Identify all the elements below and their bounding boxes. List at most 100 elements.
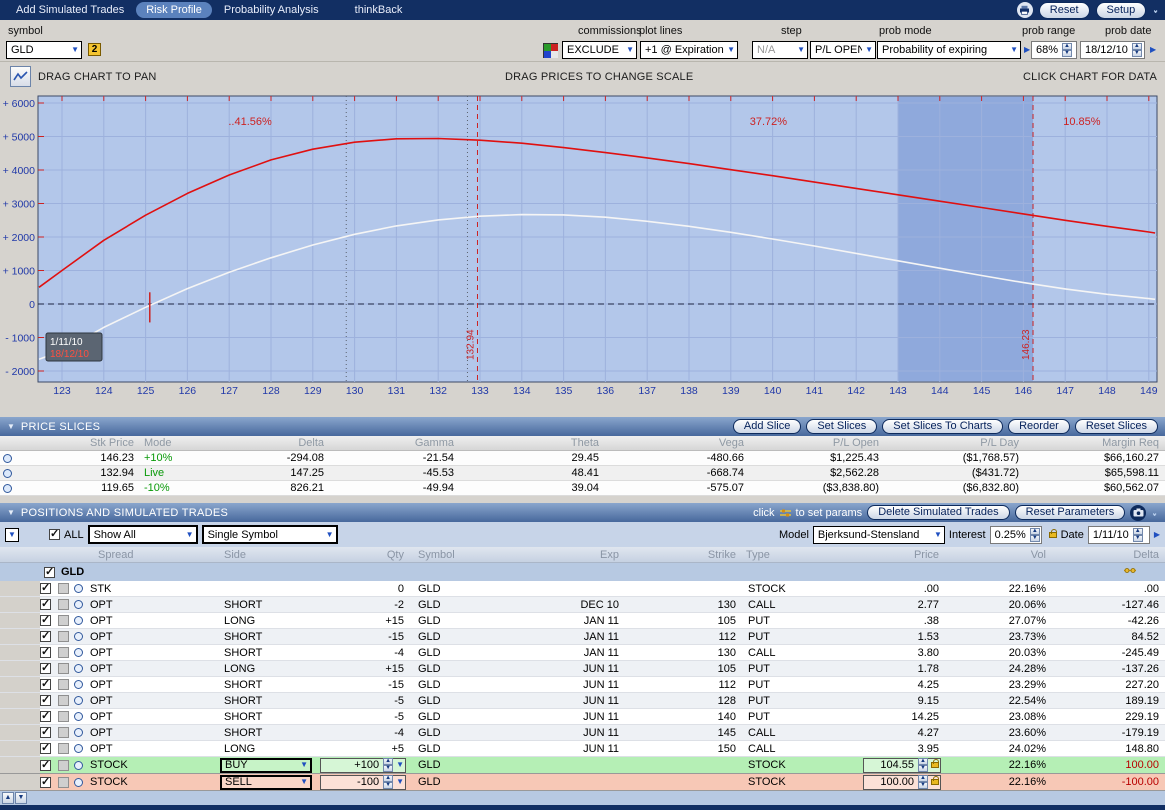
date-stepper[interactable]: 1/11/10 [1088, 526, 1150, 544]
row-checkbox[interactable] [40, 647, 51, 658]
row-handle-icon[interactable] [74, 664, 83, 673]
prob-range-stepper[interactable]: 68% [1031, 41, 1077, 59]
spinner-arrows-icon[interactable] [1133, 528, 1148, 542]
slices-add-slice-button[interactable]: Add Slice [733, 419, 801, 434]
position-row[interactable]: OPTSHORT-15GLDJAN 11112PUT1.5323.73%84.5… [0, 629, 1165, 645]
model-select[interactable]: Bjerksund-Stensland [813, 526, 945, 544]
row-lock-box[interactable] [58, 695, 69, 706]
sim-qty-stepper[interactable]: +100 [320, 758, 406, 773]
slices-reorder-button[interactable]: Reorder [1008, 419, 1070, 434]
row-checkbox[interactable] [40, 760, 51, 771]
slices-reset-slices-button[interactable]: Reset Slices [1075, 419, 1158, 434]
sim-side-select[interactable]: BUY [220, 758, 312, 773]
position-row[interactable]: OPTLONG+15GLDJAN 11105PUT.3827.07%-42.26 [0, 613, 1165, 629]
tab-risk-profile[interactable]: Risk Profile [136, 2, 212, 18]
row-checkbox[interactable] [40, 679, 51, 690]
slice-row[interactable]: 119.65-10%826.21-49.9439.04-575.07($3,83… [0, 481, 1165, 496]
row-checkbox[interactable] [40, 711, 51, 722]
snapshot-camera-icon[interactable] [1130, 505, 1146, 521]
collapse-panel-icon[interactable]: ⌄⌄ [1152, 7, 1159, 13]
spinner-arrows-icon[interactable] [1132, 43, 1144, 57]
filter-collapse-dropdown[interactable] [5, 528, 19, 542]
row-handle-icon[interactable] [74, 616, 83, 625]
chart-style-button[interactable] [10, 66, 31, 87]
row-handle-icon[interactable] [74, 696, 83, 705]
row-handle-icon[interactable] [74, 728, 83, 737]
row-lock-box[interactable] [58, 777, 69, 788]
tab-probability-analysis[interactable]: Probability Analysis [214, 2, 329, 18]
scroll-down-button[interactable] [15, 792, 27, 804]
positions-delete-simulated-trades-button[interactable]: Delete Simulated Trades [867, 505, 1009, 520]
group-params-icon[interactable] [1123, 566, 1137, 578]
color-grid-icon[interactable] [543, 43, 558, 58]
reset-button[interactable]: Reset [1039, 2, 1090, 19]
collapse-triangle-icon[interactable] [7, 423, 15, 431]
row-lock-box[interactable] [58, 583, 69, 594]
row-checkbox[interactable] [40, 777, 51, 788]
row-checkbox[interactable] [40, 743, 51, 754]
symbol-input[interactable]: GLD [6, 41, 82, 59]
row-checkbox[interactable] [40, 631, 51, 642]
slices-set-slices-button[interactable]: Set Slices [806, 419, 877, 434]
tab-thinkback[interactable]: thinkBack [345, 2, 413, 18]
simulated-trade-row[interactable]: STOCKSELL-100GLDSTOCK100.0022.16%-100.00 [0, 774, 1165, 791]
row-handle-icon[interactable] [74, 712, 83, 721]
spinner-arrows-icon[interactable] [918, 758, 928, 772]
spinner-arrows-icon[interactable] [383, 758, 393, 772]
expand-arrow-icon[interactable] [1024, 45, 1030, 54]
spinner-arrows-icon[interactable] [383, 775, 393, 789]
all-checkbox[interactable] [49, 529, 60, 540]
row-checkbox[interactable] [40, 663, 51, 674]
row-handle-icon[interactable] [74, 680, 83, 689]
row-lock-box[interactable] [58, 679, 69, 690]
row-checkbox[interactable] [40, 599, 51, 610]
commissions-select[interactable]: EXCLUDE [562, 41, 637, 59]
row-lock-box[interactable] [58, 615, 69, 626]
simulated-trade-row[interactable]: STOCKBUY+100GLDSTOCK104.5522.16%100.00 [0, 757, 1165, 774]
step-select[interactable]: N/A [752, 41, 808, 59]
slice-handle-icon[interactable] [3, 484, 12, 493]
sim-side-select[interactable]: SELL [220, 775, 312, 790]
lock-icon[interactable] [931, 779, 939, 785]
collapse-section-icon[interactable]: ⌄⌄ [1151, 510, 1158, 516]
lock-icon[interactable] [931, 762, 939, 768]
row-handle-icon[interactable] [74, 744, 83, 753]
position-row[interactable]: OPTLONG+5GLDJUN 11150CALL3.9524.02%148.8… [0, 741, 1165, 757]
risk-profile-chart[interactable]: 1231241251261271281291301311321331341351… [0, 92, 1165, 417]
position-row[interactable]: OPTSHORT-15GLDJUN 11112PUT4.2523.29%227.… [0, 677, 1165, 693]
plot-lines-select[interactable]: +1 @ Expiration [640, 41, 738, 59]
row-lock-box[interactable] [58, 711, 69, 722]
slice-handle-icon[interactable] [3, 454, 12, 463]
collapse-triangle-icon[interactable] [7, 509, 15, 517]
row-handle-icon[interactable] [74, 600, 83, 609]
row-lock-box[interactable] [58, 599, 69, 610]
row-checkbox[interactable] [40, 615, 51, 626]
scroll-up-button[interactable] [2, 792, 14, 804]
position-row[interactable]: OPTLONG+15GLDJUN 11105PUT1.7824.28%-137.… [0, 661, 1165, 677]
row-handle-icon[interactable] [74, 778, 83, 787]
slice-row[interactable]: 132.94Live147.25-45.5348.41-668.74$2,562… [0, 466, 1165, 481]
spinner-arrows-icon[interactable] [1030, 528, 1042, 542]
prob-mode-select[interactable]: Probability of expiring [877, 41, 1021, 59]
row-checkbox[interactable] [40, 583, 51, 594]
row-handle-icon[interactable] [74, 632, 83, 641]
sim-price-stepper[interactable]: 104.55 [863, 758, 941, 773]
pl-mode-select[interactable]: P/L OPEN [810, 41, 876, 59]
group-checkbox[interactable] [44, 567, 55, 578]
row-checkbox[interactable] [40, 727, 51, 738]
sim-qty-stepper[interactable]: -100 [320, 775, 406, 790]
positions-reset-parameters-button[interactable]: Reset Parameters [1015, 505, 1126, 520]
setup-button[interactable]: Setup [1096, 2, 1147, 19]
row-lock-box[interactable] [58, 663, 69, 674]
position-row[interactable]: OPTSHORT-2GLDDEC 10130CALL2.7720.06%-127… [0, 597, 1165, 613]
row-lock-box[interactable] [58, 743, 69, 754]
spinner-arrows-icon[interactable] [1062, 43, 1075, 57]
position-row[interactable]: OPTSHORT-4GLDJUN 11145CALL4.2723.60%-179… [0, 725, 1165, 741]
symbol-group-row[interactable]: GLD [0, 563, 1165, 581]
row-handle-icon[interactable] [74, 584, 83, 593]
show-filter-select[interactable]: Show All [88, 525, 198, 544]
row-checkbox[interactable] [40, 695, 51, 706]
spinner-arrows-icon[interactable] [918, 775, 928, 789]
sim-price-stepper[interactable]: 100.00 [863, 775, 941, 790]
row-lock-box[interactable] [58, 760, 69, 771]
